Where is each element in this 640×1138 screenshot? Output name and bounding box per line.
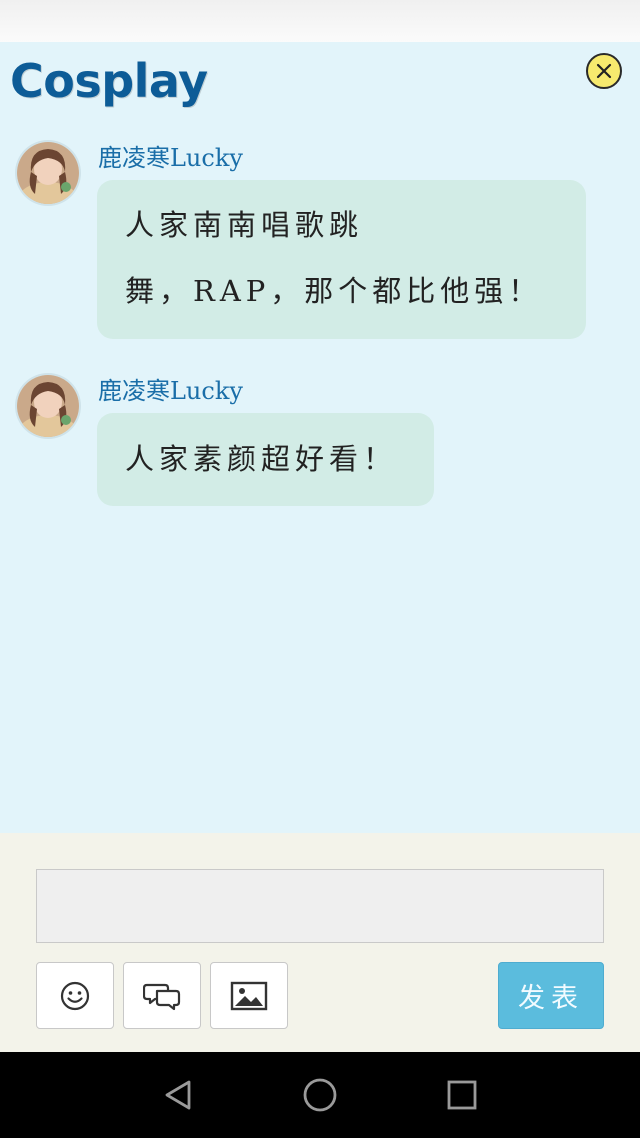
chat-button[interactable]	[123, 962, 201, 1029]
emoji-button[interactable]	[36, 962, 114, 1029]
close-icon	[596, 63, 612, 79]
emoji-icon	[60, 981, 90, 1010]
home-icon	[303, 1078, 337, 1112]
sender-name[interactable]: 鹿凌寒Lucky	[98, 371, 243, 406]
back-button[interactable]	[156, 1073, 200, 1117]
send-button[interactable]: 发表	[498, 962, 604, 1029]
recents-button[interactable]	[440, 1073, 484, 1117]
recents-icon	[447, 1080, 477, 1110]
message-bubble: 人家素颜超好看！	[97, 413, 434, 506]
status-bar	[0, 0, 640, 42]
page-title: Cosplay	[10, 54, 208, 108]
sender-name[interactable]: 鹿凌寒Lucky	[98, 138, 243, 173]
comment-input[interactable]	[36, 869, 604, 943]
close-button[interactable]	[586, 53, 622, 89]
avatar[interactable]	[17, 375, 79, 437]
message-text-line: 人家素颜超好看！	[125, 442, 398, 476]
back-icon	[165, 1080, 191, 1110]
image-icon	[230, 981, 268, 1010]
message-bubble: 人家南南唱歌跳 舞，RAP，那个都比他强！	[97, 180, 586, 339]
avatar[interactable]	[17, 142, 79, 204]
home-button[interactable]	[298, 1073, 342, 1117]
image-button[interactable]	[210, 962, 288, 1029]
message-text-line: 舞，RAP，那个都比他强！	[125, 274, 543, 308]
chat-bubbles-icon	[143, 983, 181, 1010]
message-text-line: 人家南南唱歌跳	[125, 208, 364, 242]
